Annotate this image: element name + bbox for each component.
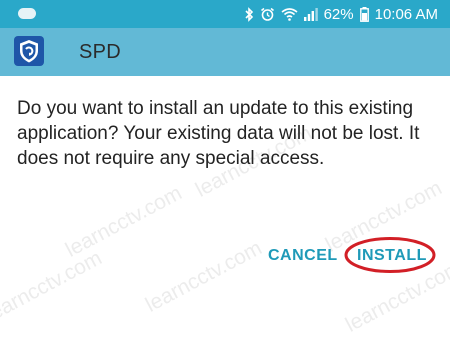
signal-icon [303, 7, 318, 21]
cancel-button[interactable]: CANCEL [268, 243, 338, 269]
watermark: learncctv.com [141, 236, 266, 317]
dialog-message: Do you want to install an update to this… [17, 98, 420, 169]
app-shield-icon [14, 36, 44, 66]
notification-icon [18, 8, 36, 19]
status-bar: 62% 10:06 AM [0, 0, 450, 28]
alarm-icon [260, 7, 275, 22]
watermark: learncctv.com [0, 246, 106, 327]
clock: 10:06 AM [374, 5, 438, 23]
app-bar: SPD [0, 28, 450, 76]
highlight-circle [344, 237, 436, 273]
bluetooth-icon [244, 6, 254, 22]
battery-icon [359, 6, 369, 22]
app-title: SPD [79, 41, 122, 63]
wifi-icon [281, 7, 298, 21]
watermark: learncctv.com [61, 181, 186, 262]
status-icons: 62% 10:06 AM [244, 0, 438, 28]
battery-percent: 62% [323, 5, 354, 23]
